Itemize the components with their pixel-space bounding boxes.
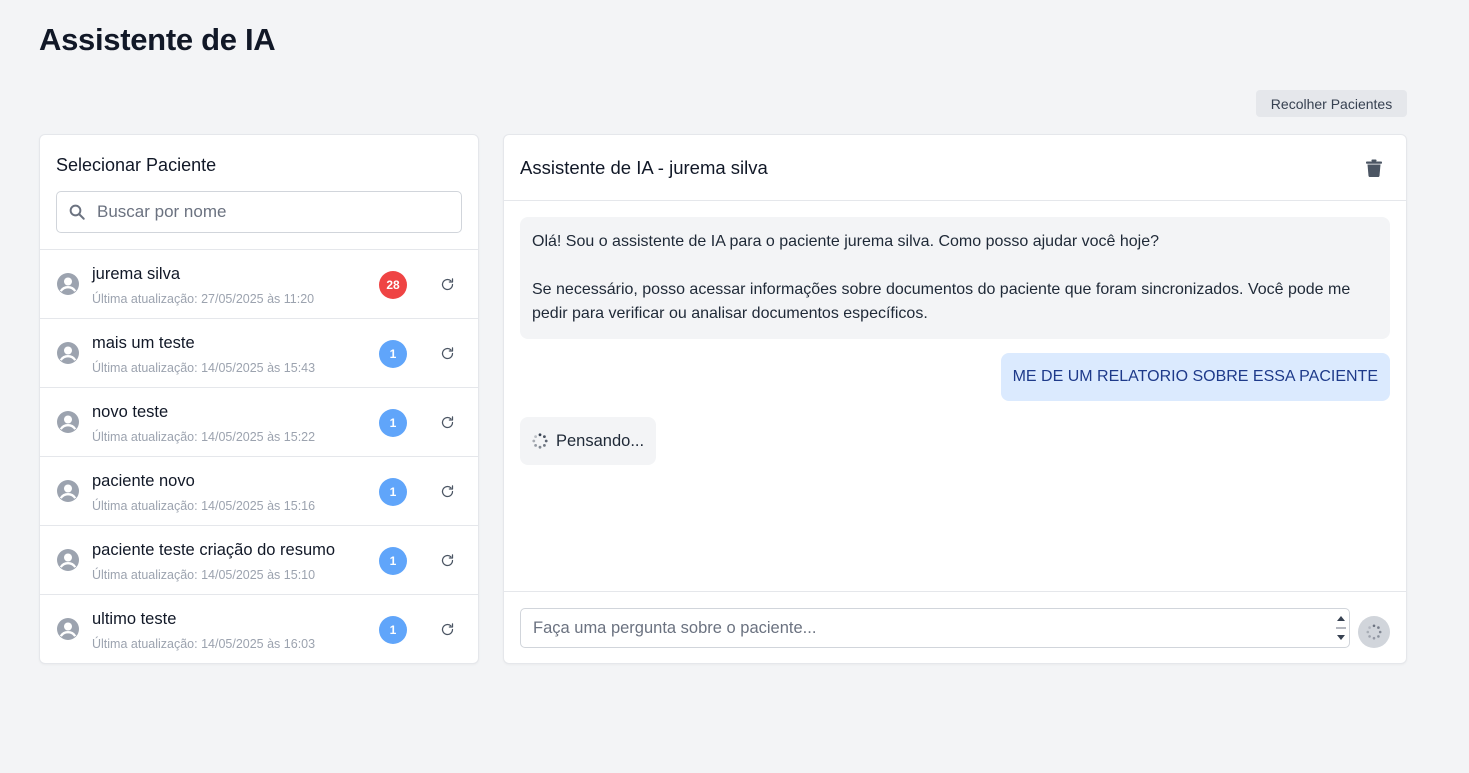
trash-icon[interactable] <box>1364 157 1384 179</box>
patient-list-item[interactable]: paciente novo Última atualização: 14/05/… <box>40 456 478 525</box>
patient-last-updated: Última atualização: 14/05/2025 às 15:10 <box>92 568 316 582</box>
chat-question-input[interactable] <box>521 609 1331 647</box>
user-circle-icon <box>56 341 80 365</box>
patient-list-item[interactable]: ultimo teste Última atualização: 14/05/2… <box>40 594 478 663</box>
document-count-badge: 1 <box>379 478 407 506</box>
patient-last-updated: Última atualização: 14/05/2025 às 16:03 <box>92 637 316 651</box>
refresh-icon[interactable] <box>437 550 457 570</box>
chat-panel: Assistente de IA - jurema silva Olá! Sou… <box>503 134 1407 664</box>
patient-list: jurema silva Última atualização: 27/05/2… <box>40 249 478 663</box>
document-count-badge: 28 <box>379 271 407 299</box>
patient-list-item[interactable]: mais um teste Última atualização: 14/05/… <box>40 318 478 387</box>
refresh-icon[interactable] <box>437 481 457 501</box>
patient-selector-panel: Selecionar Paciente jurema silva Última … <box>39 134 479 664</box>
loading-spinner-icon <box>1366 624 1382 640</box>
document-count-badge: 1 <box>379 547 407 575</box>
chat-title: Assistente de IA - jurema silva <box>520 157 768 178</box>
patient-last-updated: Última atualização: 27/05/2025 às 11:20 <box>92 292 315 306</box>
user-circle-icon <box>56 479 80 503</box>
loading-spinner-icon <box>532 433 548 449</box>
document-count-badge: 1 <box>379 340 407 368</box>
patient-name: mais um teste <box>92 334 195 352</box>
patient-name: novo teste <box>92 403 169 421</box>
patient-last-updated: Última atualização: 14/05/2025 às 15:16 <box>92 499 316 513</box>
document-count-badge: 1 <box>379 616 407 644</box>
chat-input-box[interactable] <box>520 608 1350 648</box>
patient-last-updated: Última atualização: 14/05/2025 às 15:43 <box>92 361 316 375</box>
search-icon <box>57 203 97 221</box>
patient-name: paciente teste criação do resumo <box>92 541 336 559</box>
patient-name: paciente novo <box>92 472 195 490</box>
patient-search-input[interactable] <box>97 192 461 232</box>
assistant-message-text: Se necessário, posso acessar informações… <box>532 281 1351 322</box>
user-message: ME DE UM RELATORIO SOBRE ESSA PACIENTE <box>1000 353 1390 401</box>
patient-name: ultimo teste <box>92 610 177 628</box>
refresh-icon[interactable] <box>437 274 457 294</box>
refresh-icon[interactable] <box>437 619 457 639</box>
patient-list-item[interactable]: paciente teste criação do resumo Última … <box>40 525 478 594</box>
patient-name: jurema silva <box>92 265 181 283</box>
chat-header: Assistente de IA - jurema silva <box>504 135 1406 201</box>
send-button[interactable] <box>1358 616 1390 648</box>
assistant-message: Olá! Sou o assistente de IA para o pacie… <box>520 217 1390 339</box>
patient-list-item[interactable]: novo teste Última atualização: 14/05/202… <box>40 387 478 456</box>
thinking-text: Pensando... <box>556 431 645 450</box>
patient-selector-title: Selecionar Paciente <box>56 155 217 175</box>
patient-last-updated: Última atualização: 14/05/2025 às 15:22 <box>92 430 316 444</box>
patient-list-item[interactable]: jurema silva Última atualização: 27/05/2… <box>40 249 478 318</box>
chat-input-bar <box>504 591 1406 663</box>
refresh-icon[interactable] <box>437 343 457 363</box>
assistant-message-text: Olá! Sou o assistente de IA para o pacie… <box>532 233 1160 250</box>
patient-search-box[interactable] <box>56 191 462 233</box>
page-title: Assistente de IA <box>39 22 276 57</box>
user-circle-icon <box>56 617 80 641</box>
refresh-icon[interactable] <box>437 412 457 432</box>
document-count-badge: 1 <box>379 409 407 437</box>
collapse-patients-button[interactable]: Recolher Pacientes <box>1256 90 1407 117</box>
user-circle-icon <box>56 548 80 572</box>
user-circle-icon <box>56 410 80 434</box>
textarea-resize-arrows-icon[interactable] <box>1335 612 1347 644</box>
thinking-indicator: Pensando... <box>520 417 657 465</box>
user-circle-icon <box>56 272 80 296</box>
